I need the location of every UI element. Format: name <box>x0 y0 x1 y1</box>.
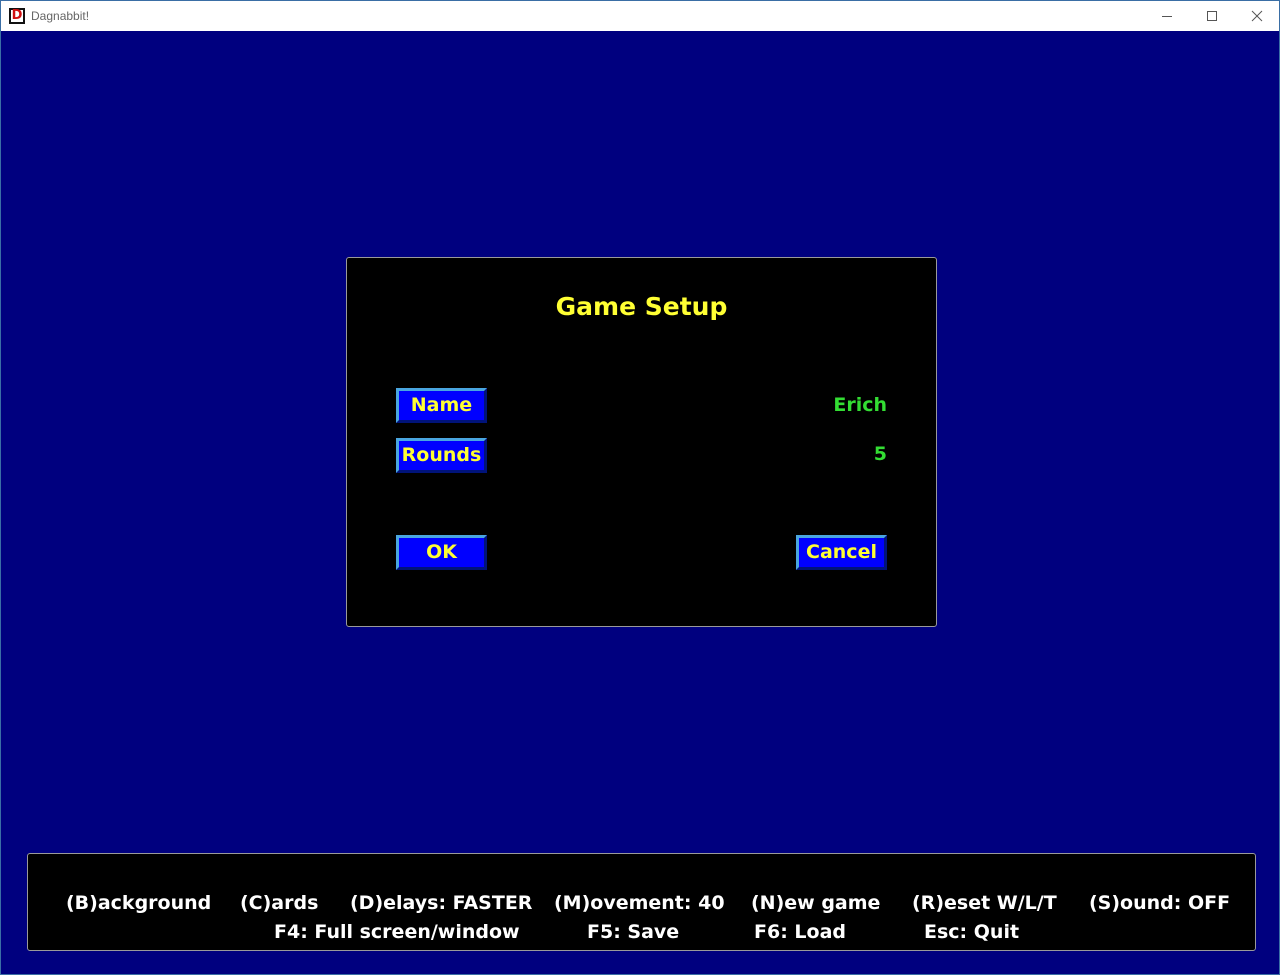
maximize-button[interactable] <box>1189 1 1235 31</box>
close-button[interactable] <box>1234 1 1280 31</box>
dialog-title: Game Setup <box>555 292 728 321</box>
window-title: Dagnabbit! <box>31 9 90 23</box>
shortcut-bar: (B)ackground (C)ards (D)elays: FASTER (M… <box>27 853 1256 951</box>
app-window: D Dagnabbit! Game Setup Name Erich Round… <box>0 0 1280 975</box>
shortcut-delays[interactable]: (D)elays: FASTER <box>350 891 532 915</box>
game-setup-dialog: Game Setup Name Erich Rounds 5 OK Cancel <box>346 257 937 627</box>
shortcut-movement[interactable]: (M)ovement: 40 <box>554 891 725 915</box>
rounds-value: 5 <box>873 443 887 465</box>
shortcut-cards[interactable]: (C)ards <box>240 891 318 915</box>
cancel-button[interactable]: Cancel <box>796 535 887 570</box>
rounds-button[interactable]: Rounds <box>396 438 487 473</box>
minimize-icon <box>1162 16 1172 17</box>
shortcut-quit[interactable]: Esc: Quit <box>924 920 1019 944</box>
name-button[interactable]: Name <box>396 388 487 423</box>
name-value: Erich <box>833 394 887 416</box>
app-icon: D <box>9 8 25 24</box>
minimize-button[interactable] <box>1144 1 1190 31</box>
app-icon-letter: D <box>11 8 23 23</box>
ok-button[interactable]: OK <box>396 535 487 570</box>
shortcut-sound[interactable]: (S)ound: OFF <box>1089 891 1230 915</box>
shortcut-save[interactable]: F5: Save <box>587 920 679 944</box>
title-bar[interactable]: D Dagnabbit! <box>1 1 1279 31</box>
shortcut-fullscreen[interactable]: F4: Full screen/window <box>274 920 520 944</box>
shortcut-reset[interactable]: (R)eset W/L/T <box>912 891 1057 915</box>
shortcut-new-game[interactable]: (N)ew game <box>751 891 880 915</box>
shortcut-load[interactable]: F6: Load <box>754 920 846 944</box>
close-icon <box>1251 10 1263 22</box>
shortcut-background[interactable]: (B)ackground <box>66 891 211 915</box>
maximize-icon <box>1207 11 1217 21</box>
